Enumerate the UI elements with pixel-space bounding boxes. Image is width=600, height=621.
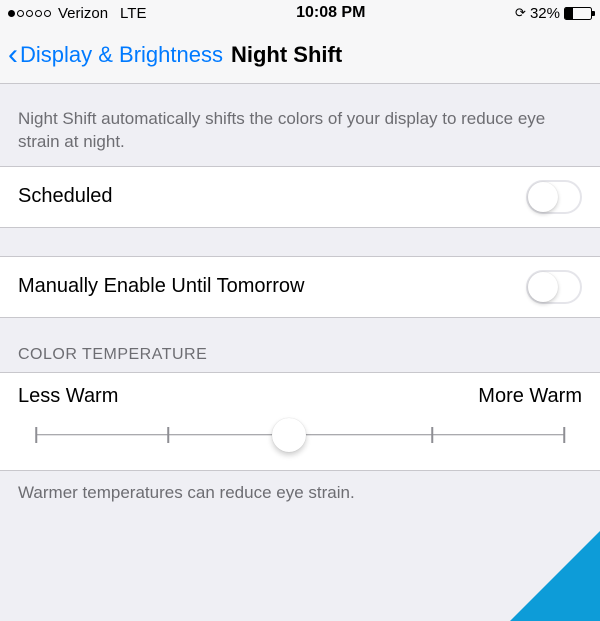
status-left: Verizon LTE <box>8 5 146 22</box>
scheduled-toggle[interactable] <box>526 180 582 214</box>
scheduled-label: Scheduled <box>18 185 113 208</box>
battery-icon <box>564 7 592 20</box>
scheduled-row[interactable]: Scheduled <box>0 166 600 228</box>
clock-label: 10:08 PM <box>296 4 365 22</box>
carrier-label: Verizon <box>58 5 108 22</box>
intro-description: Night Shift automatically shifts the col… <box>0 84 600 166</box>
signal-strength-icon <box>8 10 51 17</box>
manual-enable-row[interactable]: Manually Enable Until Tomorrow <box>0 256 600 318</box>
slider-thumb[interactable] <box>272 418 306 452</box>
temperature-footer: Warmer temperatures can reduce eye strai… <box>0 471 600 515</box>
back-chevron-icon[interactable]: ‹ <box>8 40 20 70</box>
orientation-lock-icon: ⟳ <box>515 5 526 21</box>
color-temperature-slider[interactable] <box>36 418 564 452</box>
slider-max-label: More Warm <box>478 385 582 408</box>
color-temperature-cell: Less Warm More Warm <box>0 372 600 471</box>
page-title: Night Shift <box>231 42 342 68</box>
network-label: LTE <box>120 5 146 22</box>
color-temperature-header: COLOR TEMPERATURE <box>0 318 600 372</box>
slider-min-label: Less Warm <box>18 385 118 408</box>
manual-enable-label: Manually Enable Until Tomorrow <box>18 275 304 298</box>
status-bar: Verizon LTE 10:08 PM ⟳ 32% <box>0 0 600 26</box>
navigation-bar: ‹ Display & Brightness Night Shift <box>0 26 600 84</box>
battery-percent-label: 32% <box>530 5 560 22</box>
status-right: ⟳ 32% <box>515 5 592 22</box>
manual-enable-toggle[interactable] <box>526 270 582 304</box>
back-button[interactable]: Display & Brightness <box>20 42 223 68</box>
watermark-triangle <box>510 531 600 621</box>
